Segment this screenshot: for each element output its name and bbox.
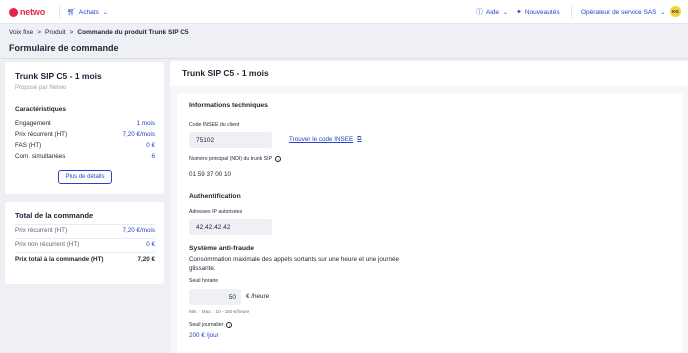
find-insee-link[interactable]: Trouver le code INSEE ⧉ [289, 136, 361, 143]
row-value: 0 € [146, 241, 155, 248]
insee-label: Code INSEE du client [189, 122, 240, 128]
order-total-card: Total de la commande Prix récurrent (HT)… [5, 202, 164, 284]
row-label: Com. simultanées [15, 153, 66, 160]
nouveautes-link[interactable]: ✦ Nouveautés [516, 0, 560, 24]
divider [15, 252, 155, 253]
row-value: 7,20 €/mois [122, 227, 155, 234]
info-icon[interactable]: i [226, 322, 233, 328]
characteristic-row: Com. simultanées 6 [15, 153, 155, 160]
characteristic-row: FAS (HT) 0 € [15, 142, 155, 149]
info-icon[interactable]: i [275, 156, 282, 162]
form-title: Trunk SIP C5 - 1 mois [182, 68, 269, 78]
hourly-unit: € /heure [246, 293, 270, 300]
anti-fraud-description: Consommation maximale des appels sortant… [189, 256, 400, 272]
total-row: Prix récurrent (HT) 7,20 €/mois [15, 227, 155, 234]
chevron-down-icon: ⌄ [660, 9, 666, 16]
row-label: FAS (HT) [15, 142, 42, 149]
help-icon: ⓘ [476, 9, 483, 16]
row-label: Prix total à la commande (HT) [15, 256, 104, 263]
breadcrumb-current: Commande du produit Trunk SIP C5 [77, 29, 189, 36]
product-title: Trunk SIP C5 - 1 mois [15, 71, 102, 81]
breadcrumb-separator: > [69, 29, 74, 36]
row-value: 7,20 €/mois [122, 131, 155, 138]
technical-info-panel: Informations techniques Code INSEE du cl… [177, 93, 683, 353]
tech-info-heading: Informations techniques [189, 102, 268, 109]
row-label: Prix récurrent (HT) [15, 131, 68, 138]
netwo-logo[interactable]: netwo [9, 7, 45, 17]
total-row: Prix non récurrent (HT) 0 € [15, 241, 155, 248]
divider [59, 5, 60, 19]
insee-field[interactable]: 75102 [189, 132, 272, 148]
aide-label: Aide [486, 8, 500, 16]
avatar[interactable]: KG [670, 6, 681, 17]
characteristic-row: Engagement 1 mois [15, 120, 155, 127]
order-total-heading: Total de la commande [15, 211, 94, 220]
daily-label-row: Seuil journalier i [189, 322, 233, 328]
megaphone-icon: ✦ [516, 9, 522, 16]
breadcrumb: Voix fixe > Produit > Commande du produi… [9, 29, 189, 36]
external-link-icon: ⧉ [357, 136, 362, 142]
header-divider [0, 58, 688, 59]
cart-icon: 🛒︎ [67, 9, 76, 16]
page-title: Formulaire de commande [9, 43, 119, 53]
row-label: Engagement [15, 120, 51, 127]
hourly-threshold-input[interactable]: 50 [189, 289, 241, 305]
form-header: Trunk SIP C5 - 1 mois [170, 61, 688, 86]
order-form-card: Trunk SIP C5 - 1 mois Informations techn… [170, 61, 688, 353]
product-summary-card: Trunk SIP C5 - 1 mois Proposé par Netwo … [5, 62, 164, 194]
authentication-heading: Authentification [189, 193, 241, 200]
characteristic-row: Prix récurrent (HT) 7,20 €/mois [15, 131, 155, 138]
row-value: 0 € [146, 142, 155, 149]
breadcrumb-produit[interactable]: Produit [45, 29, 66, 36]
daily-threshold-value[interactable]: 200 € /jour [189, 332, 219, 339]
achats-label: Achats [78, 8, 99, 16]
divider [15, 238, 155, 239]
logo-text: netwo [20, 7, 45, 17]
ndi-label-row: Numéro principal (NDI) du trunk SIP i [189, 156, 282, 162]
hourly-hint: Min. · Max. : 10 - 150 €/heure [189, 309, 250, 314]
characteristics-heading: Caractéristiques [15, 106, 66, 113]
nouveautes-label: Nouveautés [524, 8, 560, 16]
logo-mark-icon [9, 7, 18, 17]
row-value: 6 [151, 153, 155, 160]
achats-menu[interactable]: 🛒︎ Achats ⌄ [67, 0, 108, 24]
row-value: 1 mois [136, 120, 155, 127]
breadcrumb-voix-fixe[interactable]: Voix fixe [9, 29, 33, 36]
ip-label: Adresses IP autorisées [189, 209, 243, 215]
top-navigation-bar: netwo 🛒︎ Achats ⌄ ⓘ Aide ⌄ ✦ Nouveautés … [0, 0, 688, 24]
divider [15, 224, 155, 225]
hourly-threshold-label: Seuil horaire [189, 278, 219, 284]
total-row-grand: Prix total à la commande (HT) 7,20 € [15, 256, 155, 263]
find-insee-label: Trouver le code INSEE [289, 136, 354, 143]
ip-field[interactable]: 42.42.42.42 [189, 219, 272, 235]
ndi-label: Numéro principal (NDI) du trunk SIP [189, 156, 273, 162]
row-label: Prix non récurrent (HT) [15, 241, 80, 248]
divider [571, 5, 572, 19]
anti-fraud-heading: Système anti-fraude [189, 245, 254, 252]
operator-label: Opérateur de service SAS [581, 8, 657, 16]
more-details-button[interactable]: Plus de détails [58, 170, 112, 184]
row-label: Prix récurrent (HT) [15, 227, 68, 234]
product-provider: Proposé par Netwo [15, 85, 67, 91]
chevron-down-icon: ⌄ [102, 9, 108, 16]
aide-menu[interactable]: ⓘ Aide ⌄ [476, 0, 508, 24]
ndi-value: 01 59 37 00 10 [189, 171, 232, 178]
operator-menu[interactable]: Opérateur de service SAS ⌄ [581, 0, 666, 24]
daily-threshold-label: Seuil journalier [189, 322, 224, 328]
chevron-down-icon: ⌄ [503, 9, 509, 16]
breadcrumb-separator: > [37, 29, 42, 36]
row-value: 7,20 € [137, 256, 155, 263]
